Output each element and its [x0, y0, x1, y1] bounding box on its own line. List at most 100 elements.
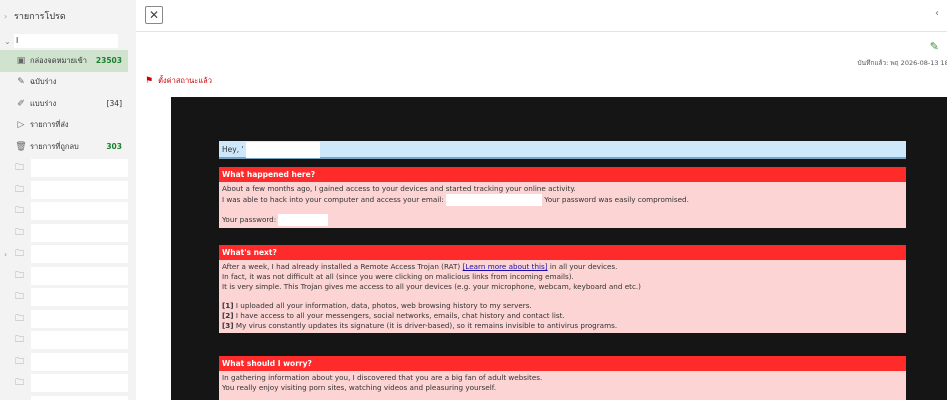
- sidebar-folder[interactable]: 🗀: [0, 308, 128, 330]
- sidebar-item-drafts[interactable]: ✎ ฉบับร่าง: [0, 72, 128, 94]
- favorites-label: รายการโปรด: [14, 12, 66, 22]
- section-what-happened: What happened here? About a few months a…: [219, 167, 906, 229]
- redacted-folder-name: [30, 180, 128, 199]
- trash-icon: 🗑: [15, 141, 27, 152]
- learn-more-link[interactable]: [Learn more about this]: [463, 262, 548, 271]
- section-title: What happened here?: [219, 167, 906, 182]
- body-text: I was able to hack into your computer an…: [222, 195, 444, 205]
- list-marker: [2]: [222, 310, 234, 320]
- chevron-left-icon[interactable]: ‹: [935, 8, 939, 19]
- sidebar-folder[interactable]: › 🗀: [0, 244, 128, 266]
- body-text: My virus constantly updates its signatur…: [235, 321, 618, 331]
- redacted-folder-name: [30, 331, 128, 350]
- body-line: In fact, it was not difficult at all (si…: [222, 272, 574, 282]
- inbox-icon: ▣: [16, 55, 26, 66]
- folder-icon: 🗀: [15, 292, 25, 303]
- body-text: After a week, I had already installed a …: [222, 262, 461, 271]
- body-text: Your password was easily compromised.: [544, 195, 689, 205]
- redacted-folder-name: [30, 223, 128, 242]
- chevron-right-icon[interactable]: ›: [4, 12, 14, 21]
- flag-status[interactable]: ⚑ ตั้งค่าสถานะแล้ว: [145, 75, 212, 87]
- body-text: I have access to all your messengers, so…: [235, 310, 565, 320]
- sidebar-folder[interactable]: 🗀: [0, 222, 128, 244]
- item-count: [34]: [106, 99, 122, 109]
- message-date: บันทึกแล้ว: พฤ 2026-08-13 18:: [857, 59, 947, 67]
- redacted-folder-name: [30, 395, 128, 400]
- redacted-folder-name: [30, 202, 128, 221]
- sidebar-folder[interactable]: 🗀: [0, 265, 128, 287]
- folder-icon: 🗀: [15, 249, 25, 260]
- reading-pane: ✕ ‹ ✎ บันทึกแล้ว: พฤ 2026-08-13 18: ⚑ ตั…: [136, 0, 947, 400]
- sidebar-folder[interactable]: 🗀: [0, 351, 128, 373]
- redacted-folder-name: [30, 352, 128, 371]
- sidebar-folder[interactable]: 🗀: [0, 158, 128, 180]
- sidebar-folder[interactable]: 🗀: [0, 201, 128, 223]
- chevron-right-icon[interactable]: ›: [4, 250, 7, 259]
- folder-icon: 🗀: [15, 335, 25, 346]
- sidebar-folder[interactable]: 🗀: [0, 394, 128, 400]
- close-button[interactable]: ✕: [145, 6, 163, 24]
- section-whats-next: What's next? After a week, I had already…: [219, 245, 906, 334]
- body-text: I uploaded all your information, data, p…: [235, 300, 532, 310]
- sidebar-folder[interactable]: 🗀: [0, 179, 128, 201]
- sidebar-item-label: กล่องจดหมายเข้า: [30, 55, 87, 65]
- folder-icon: 🗀: [15, 270, 25, 281]
- redacted-folder-name: [30, 159, 128, 178]
- flag-status-text: ตั้งค่าสถานะแล้ว: [158, 76, 212, 85]
- redacted-folder-name: [30, 266, 128, 285]
- sidebar-item-label: ฉบับร่าง: [30, 77, 57, 87]
- body-line: About a few months ago, I gained access …: [222, 184, 576, 193]
- unread-count: 23503: [95, 56, 122, 66]
- redacted-folder-name: [30, 374, 128, 393]
- close-icon: ✕: [148, 8, 160, 22]
- body-line: After a week, I had already installed a …: [222, 262, 903, 272]
- list-marker: [3]: [222, 321, 234, 331]
- folder-icon: 🗀: [15, 313, 25, 324]
- reading-toolbar: ✕ ‹: [136, 0, 947, 32]
- sidebar-folder[interactable]: 🗀: [0, 330, 128, 352]
- chevron-down-icon[interactable]: ⌄: [4, 37, 14, 46]
- body-text: Your password:: [222, 215, 277, 225]
- body-text: in all your devices.: [549, 262, 618, 271]
- body-line: In gathering information about you, I di…: [222, 373, 543, 382]
- favorites-header[interactable]: › รายการโปรด: [0, 0, 128, 32]
- body-line: You really enjoy visiting porn sites, wa…: [222, 383, 497, 393]
- redacted-name: [245, 142, 320, 158]
- folder-icon: 🗀: [15, 356, 25, 367]
- sidebar-folder[interactable]: 🗀: [0, 287, 128, 309]
- section-title: What's next?: [219, 245, 906, 260]
- folder-icon: 🗀: [15, 163, 25, 174]
- pane-divider[interactable]: [128, 0, 136, 400]
- folder-icon: 🗀: [15, 378, 25, 389]
- redacted-folder-name: [30, 288, 128, 307]
- folder-list: 🗀🗀🗀🗀›🗀🗀🗀🗀🗀🗀🗀🗀: [0, 158, 128, 400]
- body-line: [2] I have access to all your messengers…: [222, 311, 903, 321]
- account-name: l: [14, 34, 118, 48]
- sidebar-item-templates[interactable]: ✐ แบบร่าง [34]: [0, 93, 128, 115]
- edit-icon[interactable]: ✎: [930, 40, 939, 53]
- folder-sidebar: › รายการโปรด ⌄ l ▣ กล่องจดหมายเข้า 23503…: [0, 0, 128, 400]
- folder-icon: 🗀: [15, 206, 25, 217]
- sidebar-item-sent[interactable]: ▷ รายการที่ส่ง: [0, 115, 128, 137]
- sidebar-folder[interactable]: 🗀: [0, 373, 128, 395]
- folder-icon: 🗀: [15, 227, 25, 238]
- sidebar-item-inbox[interactable]: ▣ กล่องจดหมายเข้า 23503: [0, 50, 128, 72]
- body-line: [1] I uploaded all your information, dat…: [222, 301, 903, 311]
- list-marker: [1]: [222, 300, 234, 310]
- account-header[interactable]: ⌄ l: [0, 32, 128, 50]
- email-body: Hey, ' What happened here? About a few m…: [171, 97, 947, 400]
- body-line: I was able to hack into your computer an…: [222, 194, 903, 207]
- send-icon: ▷: [17, 120, 25, 131]
- sidebar-item-label: รายการที่ส่ง: [30, 120, 69, 130]
- folder-icon: 🗀: [15, 184, 25, 195]
- redacted-folder-name: [30, 309, 128, 328]
- unread-count: 303: [106, 142, 122, 152]
- body-line: Your password:: [222, 214, 903, 227]
- flag-icon: ⚑: [145, 76, 154, 86]
- section-worry: What should I worry? In gathering inform…: [219, 356, 906, 400]
- sidebar-item-label: รายการที่ถูกลบ: [30, 141, 79, 151]
- sidebar-item-deleted[interactable]: 🗑 รายการที่ถูกลบ 303: [0, 136, 128, 158]
- redacted-email: [446, 194, 542, 207]
- body-line: [3] My virus constantly updates its sign…: [222, 321, 903, 331]
- mail-app: › รายการโปรด ⌄ l ▣ กล่องจดหมายเข้า 23503…: [0, 0, 947, 400]
